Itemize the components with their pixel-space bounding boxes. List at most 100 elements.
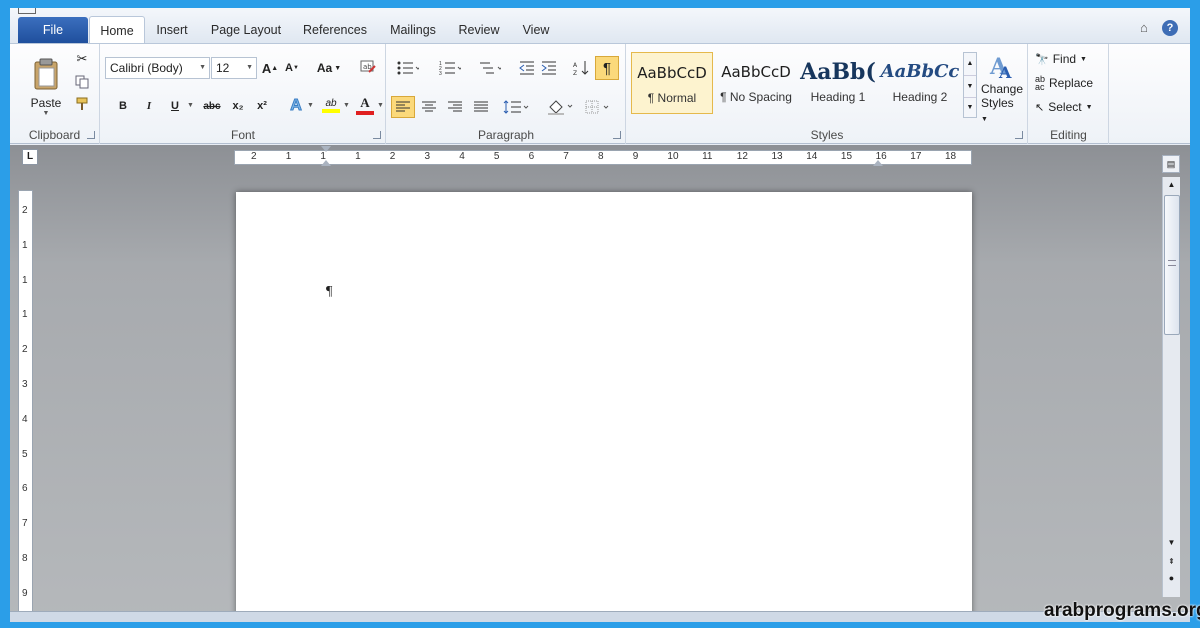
paste-dropdown-icon[interactable]: ▼ <box>43 110 50 117</box>
strikethrough-button[interactable]: abc <box>201 97 223 115</box>
font-launcher-icon[interactable] <box>373 131 381 139</box>
help-icon[interactable]: ? <box>1162 20 1178 36</box>
text-effects-dropdown-icon[interactable]: ▼ <box>307 102 314 109</box>
superscript-button[interactable]: x² <box>253 97 271 115</box>
italic-button[interactable]: I <box>141 97 157 115</box>
borders-icon[interactable] <box>583 96 613 118</box>
tab-mailings[interactable]: Mailings <box>384 16 442 44</box>
gallery-more-icon[interactable]: ▼ <box>964 97 976 117</box>
ruler-number: 14 <box>806 151 818 162</box>
line-spacing-icon[interactable] <box>501 96 531 118</box>
style-no-spacing[interactable]: AaBbCcD ¶ No Spacing <box>715 52 797 114</box>
shrink-font-icon[interactable]: A ▼ <box>283 58 301 78</box>
numbering-icon[interactable]: 123 <box>437 58 463 78</box>
sort-icon[interactable]: AZ <box>571 58 591 78</box>
paragraph-group-label: Paragraph <box>477 128 535 142</box>
select-button[interactable]: ↖ Select ▼ <box>1035 98 1103 116</box>
tab-review[interactable]: Review <box>454 16 504 44</box>
svg-text:A: A <box>998 63 1012 82</box>
styles-launcher-icon[interactable] <box>1015 131 1023 139</box>
grow-font-icon[interactable]: A ▲ <box>261 58 279 78</box>
replace-icon: ab ac <box>1035 74 1046 92</box>
font-color-swatch <box>356 111 374 115</box>
increase-indent-icon[interactable] <box>539 58 559 78</box>
scroll-down-icon[interactable]: ▼ <box>1163 535 1180 551</box>
bold-button[interactable]: B <box>115 97 131 115</box>
quick-access-icon[interactable] <box>18 8 36 14</box>
find-button[interactable]: 🔭 Find ▼ <box>1035 50 1103 68</box>
font-color-button[interactable]: A <box>355 94 375 116</box>
text-effects-icon[interactable]: A <box>287 96 305 116</box>
scroll-thumb[interactable] <box>1164 195 1180 335</box>
gallery-down-icon[interactable]: ▼ <box>964 75 976 97</box>
change-styles-line1: Change <box>980 82 1024 96</box>
vertical-ruler[interactable]: 2 1 1 1 2 3 4 5 6 7 8 9 <box>18 190 33 620</box>
previous-page-icon[interactable]: ⇞ <box>1163 555 1180 569</box>
style-normal[interactable]: AaBbCcD ¶ Normal <box>631 52 713 114</box>
copy-icon[interactable] <box>74 74 90 90</box>
document-page[interactable]: ¶ <box>236 192 972 622</box>
clipboard-launcher-icon[interactable] <box>87 131 95 139</box>
show-formatting-marks-button[interactable]: ¶ <box>595 56 619 80</box>
tab-view[interactable]: View <box>516 16 556 44</box>
left-indent-marker[interactable] <box>321 160 331 166</box>
underline-dropdown-icon[interactable]: ▼ <box>187 102 194 109</box>
styles-group-label: Styles <box>810 128 844 142</box>
font-name-combo[interactable]: Calibri (Body) ▼ <box>105 57 210 79</box>
align-right-icon[interactable] <box>443 96 467 118</box>
ruler-number: 13 <box>771 151 783 162</box>
ruler-number: 1 <box>22 309 28 321</box>
ruler-number: 9 <box>632 151 639 162</box>
tab-home[interactable]: Home <box>89 16 145 44</box>
change-case-button[interactable]: Aa ▼ <box>315 58 343 78</box>
paste-button[interactable]: Paste ▼ <box>22 52 70 122</box>
ruler-number: 1 <box>22 274 28 286</box>
format-painter-icon[interactable] <box>74 96 90 112</box>
align-left-button[interactable] <box>391 96 415 118</box>
ruler-number: 3 <box>424 151 431 162</box>
subscript-button[interactable]: x₂ <box>229 97 247 115</box>
vertical-scrollbar[interactable]: ▲ ▼ ⇞ ● <box>1162 177 1180 597</box>
change-styles-button[interactable]: AA Change Styles ▼ <box>981 50 1023 126</box>
align-center-icon[interactable] <box>417 96 441 118</box>
style-heading-1[interactable]: AaBb( Heading 1 <box>797 52 879 114</box>
right-indent-marker[interactable] <box>873 160 883 166</box>
paragraph-launcher-icon[interactable] <box>613 131 621 139</box>
tab-insert[interactable]: Insert <box>150 16 194 44</box>
svg-text:A: A <box>573 62 578 69</box>
tab-file[interactable]: File <box>18 17 88 43</box>
ruler-number: 7 <box>22 518 28 530</box>
paragraph-mark: ¶ <box>326 284 333 299</box>
multilevel-list-icon[interactable] <box>477 58 503 78</box>
underline-button[interactable]: U <box>167 97 183 115</box>
styles-gallery-scroll[interactable]: ▲ ▼ ▼ <box>963 52 977 118</box>
font-color-dropdown-icon[interactable]: ▼ <box>377 102 384 109</box>
tab-references[interactable]: References <box>298 16 372 44</box>
bullets-icon[interactable] <box>395 58 421 78</box>
scroll-up-icon[interactable]: ▲ <box>1163 177 1180 193</box>
cut-icon[interactable]: ✂ <box>74 51 90 67</box>
replace-button[interactable]: ab ac Replace <box>1035 74 1103 92</box>
tab-selector-icon[interactable]: L <box>22 149 38 165</box>
horizontal-ruler[interactable]: 2 1 1 1 2 3 4 5 6 7 8 9 10 11 12 13 14 15 16 17 18 <box>234 146 972 166</box>
style-heading-2[interactable]: AaBbCc Heading 2 <box>879 52 961 114</box>
gallery-up-icon[interactable]: ▲ <box>964 53 976 75</box>
style-heading-2-name: Heading 2 <box>892 90 948 104</box>
justify-icon[interactable] <box>469 96 493 118</box>
ruler-number: 18 <box>945 151 957 162</box>
style-heading-1-preview: AaBb( <box>800 59 876 85</box>
tab-page-layout[interactable]: Page Layout <box>206 16 286 44</box>
ruler-number: 12 <box>736 151 748 162</box>
minimize-ribbon-icon[interactable]: ⌂ <box>1140 20 1148 35</box>
first-line-indent-marker[interactable] <box>321 146 331 152</box>
highlight-button[interactable]: ab <box>321 94 341 116</box>
clear-formatting-icon[interactable]: ab <box>357 56 379 78</box>
decrease-indent-icon[interactable] <box>517 58 537 78</box>
shading-icon[interactable] <box>545 96 575 118</box>
font-size-combo[interactable]: 12 ▼ <box>211 57 257 79</box>
ruler-number: 2 <box>22 344 28 356</box>
font-group-label: Font <box>230 128 255 142</box>
highlight-dropdown-icon[interactable]: ▼ <box>343 102 350 109</box>
view-ruler-icon[interactable]: ▤ <box>1162 155 1180 173</box>
browse-object-icon[interactable]: ● <box>1163 571 1180 585</box>
